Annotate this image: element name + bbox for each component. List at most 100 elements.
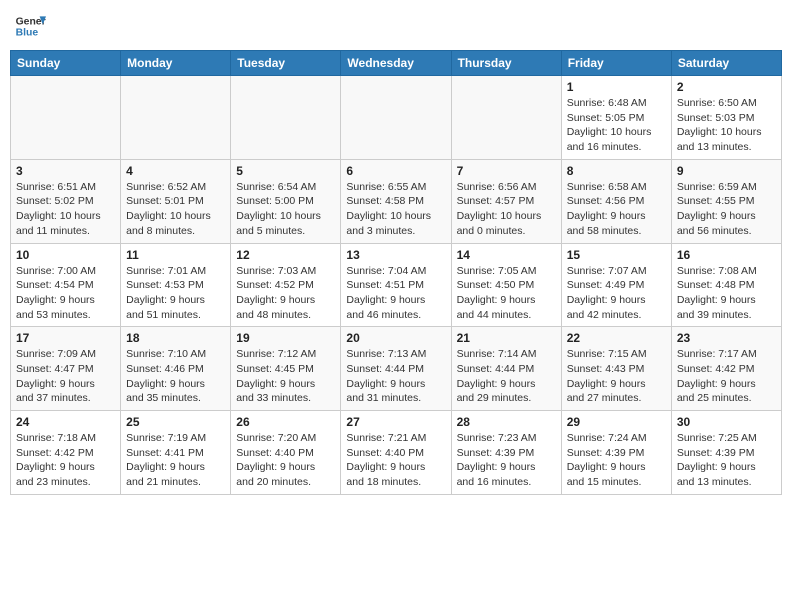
calendar-cell: 16 Sunrise: 7:08 AM Sunset: 4:48 PM Dayli…	[671, 243, 781, 327]
day-number: 6	[346, 164, 445, 178]
day-number: 9	[677, 164, 776, 178]
day-info: Sunrise: 6:56 AM Sunset: 4:57 PM Dayligh…	[457, 180, 556, 239]
logo-icon: General Blue	[14, 10, 46, 42]
day-number: 7	[457, 164, 556, 178]
day-info: Sunrise: 6:59 AM Sunset: 4:55 PM Dayligh…	[677, 180, 776, 239]
day-info: Sunrise: 6:51 AM Sunset: 5:02 PM Dayligh…	[16, 180, 115, 239]
calendar-cell: 10 Sunrise: 7:00 AM Sunset: 4:54 PM Dayli…	[11, 243, 121, 327]
day-number: 27	[346, 415, 445, 429]
calendar-cell: 25 Sunrise: 7:19 AM Sunset: 4:41 PM Dayli…	[121, 411, 231, 495]
day-number: 25	[126, 415, 225, 429]
day-number: 14	[457, 248, 556, 262]
calendar-cell: 6 Sunrise: 6:55 AM Sunset: 4:58 PM Daylig…	[341, 159, 451, 243]
calendar-cell: 30Sunrise: 7:25 AM Sunset: 4:39 PM Dayli…	[671, 411, 781, 495]
calendar-cell	[451, 76, 561, 160]
day-info: Sunrise: 6:58 AM Sunset: 4:56 PM Dayligh…	[567, 180, 666, 239]
day-info: Sunrise: 6:52 AM Sunset: 5:01 PM Dayligh…	[126, 180, 225, 239]
calendar-cell: 9 Sunrise: 6:59 AM Sunset: 4:55 PM Daylig…	[671, 159, 781, 243]
day-number: 21	[457, 331, 556, 345]
weekday-header-row: SundayMondayTuesdayWednesdayThursdayFrid…	[11, 51, 782, 76]
calendar-cell: 18 Sunrise: 7:10 AM Sunset: 4:46 PM Dayli…	[121, 327, 231, 411]
day-info: Sunrise: 7:01 AM Sunset: 4:53 PM Dayligh…	[126, 264, 225, 323]
day-number: 1	[567, 80, 666, 94]
day-info: Sunrise: 6:55 AM Sunset: 4:58 PM Dayligh…	[346, 180, 445, 239]
day-number: 17	[16, 331, 115, 345]
day-info: Sunrise: 6:50 AM Sunset: 5:03 PM Dayligh…	[677, 96, 776, 155]
day-number: 8	[567, 164, 666, 178]
day-info: Sunrise: 7:20 AM Sunset: 4:40 PM Dayligh…	[236, 431, 335, 490]
weekday-header-tuesday: Tuesday	[231, 51, 341, 76]
weekday-header-saturday: Saturday	[671, 51, 781, 76]
day-number: 15	[567, 248, 666, 262]
day-number: 5	[236, 164, 335, 178]
day-info: Sunrise: 7:23 AM Sunset: 4:39 PM Dayligh…	[457, 431, 556, 490]
calendar-body: 1 Sunrise: 6:48 AM Sunset: 5:05 PM Daylig…	[11, 76, 782, 495]
calendar-week-row: 17Sunrise: 7:09 AM Sunset: 4:47 PM Dayli…	[11, 327, 782, 411]
day-info: Sunrise: 6:48 AM Sunset: 5:05 PM Dayligh…	[567, 96, 666, 155]
day-info: Sunrise: 7:00 AM Sunset: 4:54 PM Dayligh…	[16, 264, 115, 323]
logo: General Blue	[14, 10, 46, 42]
day-info: Sunrise: 7:07 AM Sunset: 4:49 PM Dayligh…	[567, 264, 666, 323]
day-info: Sunrise: 7:10 AM Sunset: 4:46 PM Dayligh…	[126, 347, 225, 406]
weekday-header-monday: Monday	[121, 51, 231, 76]
day-info: Sunrise: 7:03 AM Sunset: 4:52 PM Dayligh…	[236, 264, 335, 323]
weekday-header-thursday: Thursday	[451, 51, 561, 76]
day-info: Sunrise: 7:05 AM Sunset: 4:50 PM Dayligh…	[457, 264, 556, 323]
day-number: 13	[346, 248, 445, 262]
calendar-cell: 17Sunrise: 7:09 AM Sunset: 4:47 PM Dayli…	[11, 327, 121, 411]
calendar-cell	[121, 76, 231, 160]
day-number: 18	[126, 331, 225, 345]
day-info: Sunrise: 7:17 AM Sunset: 4:42 PM Dayligh…	[677, 347, 776, 406]
calendar-cell	[11, 76, 121, 160]
day-info: Sunrise: 7:13 AM Sunset: 4:44 PM Dayligh…	[346, 347, 445, 406]
calendar-cell: 24 Sunrise: 7:18 AM Sunset: 4:42 PM Dayli…	[11, 411, 121, 495]
day-number: 10	[16, 248, 115, 262]
day-number: 2	[677, 80, 776, 94]
day-number: 23	[677, 331, 776, 345]
calendar-cell	[231, 76, 341, 160]
calendar-cell: 8 Sunrise: 6:58 AM Sunset: 4:56 PM Daylig…	[561, 159, 671, 243]
day-number: 4	[126, 164, 225, 178]
day-number: 12	[236, 248, 335, 262]
day-number: 16	[677, 248, 776, 262]
day-info: Sunrise: 7:18 AM Sunset: 4:42 PM Dayligh…	[16, 431, 115, 490]
calendar-header: SundayMondayTuesdayWednesdayThursdayFrid…	[11, 51, 782, 76]
svg-text:Blue: Blue	[16, 28, 39, 39]
day-info: Sunrise: 7:12 AM Sunset: 4:45 PM Dayligh…	[236, 347, 335, 406]
calendar-cell: 1 Sunrise: 6:48 AM Sunset: 5:05 PM Daylig…	[561, 76, 671, 160]
calendar-cell: 22Sunrise: 7:15 AM Sunset: 4:43 PM Dayli…	[561, 327, 671, 411]
calendar-cell	[341, 76, 451, 160]
calendar-cell: 26 Sunrise: 7:20 AM Sunset: 4:40 PM Dayli…	[231, 411, 341, 495]
calendar-week-row: 24 Sunrise: 7:18 AM Sunset: 4:42 PM Dayli…	[11, 411, 782, 495]
day-number: 3	[16, 164, 115, 178]
weekday-header-sunday: Sunday	[11, 51, 121, 76]
weekday-header-wednesday: Wednesday	[341, 51, 451, 76]
calendar-week-row: 3 Sunrise: 6:51 AM Sunset: 5:02 PM Daylig…	[11, 159, 782, 243]
calendar-cell: 5 Sunrise: 6:54 AM Sunset: 5:00 PM Daylig…	[231, 159, 341, 243]
day-info: Sunrise: 7:08 AM Sunset: 4:48 PM Dayligh…	[677, 264, 776, 323]
day-number: 30	[677, 415, 776, 429]
day-number: 24	[16, 415, 115, 429]
day-number: 11	[126, 248, 225, 262]
day-info: Sunrise: 7:15 AM Sunset: 4:43 PM Dayligh…	[567, 347, 666, 406]
calendar-cell: 27 Sunrise: 7:21 AM Sunset: 4:40 PM Dayli…	[341, 411, 451, 495]
calendar-cell: 7 Sunrise: 6:56 AM Sunset: 4:57 PM Daylig…	[451, 159, 561, 243]
calendar-table: SundayMondayTuesdayWednesdayThursdayFrid…	[10, 50, 782, 495]
calendar-cell: 28Sunrise: 7:23 AM Sunset: 4:39 PM Dayli…	[451, 411, 561, 495]
calendar-cell: 20 Sunrise: 7:13 AM Sunset: 4:44 PM Dayli…	[341, 327, 451, 411]
day-number: 19	[236, 331, 335, 345]
calendar-cell: 15 Sunrise: 7:07 AM Sunset: 4:49 PM Dayli…	[561, 243, 671, 327]
day-number: 26	[236, 415, 335, 429]
day-info: Sunrise: 6:54 AM Sunset: 5:00 PM Dayligh…	[236, 180, 335, 239]
day-info: Sunrise: 7:24 AM Sunset: 4:39 PM Dayligh…	[567, 431, 666, 490]
weekday-header-friday: Friday	[561, 51, 671, 76]
calendar-cell: 23 Sunrise: 7:17 AM Sunset: 4:42 PM Dayli…	[671, 327, 781, 411]
calendar-week-row: 1 Sunrise: 6:48 AM Sunset: 5:05 PM Daylig…	[11, 76, 782, 160]
day-number: 20	[346, 331, 445, 345]
day-info: Sunrise: 7:14 AM Sunset: 4:44 PM Dayligh…	[457, 347, 556, 406]
day-info: Sunrise: 7:21 AM Sunset: 4:40 PM Dayligh…	[346, 431, 445, 490]
day-info: Sunrise: 7:04 AM Sunset: 4:51 PM Dayligh…	[346, 264, 445, 323]
calendar-cell: 11 Sunrise: 7:01 AM Sunset: 4:53 PM Dayli…	[121, 243, 231, 327]
day-info: Sunrise: 7:19 AM Sunset: 4:41 PM Dayligh…	[126, 431, 225, 490]
calendar-cell: 21 Sunrise: 7:14 AM Sunset: 4:44 PM Dayli…	[451, 327, 561, 411]
